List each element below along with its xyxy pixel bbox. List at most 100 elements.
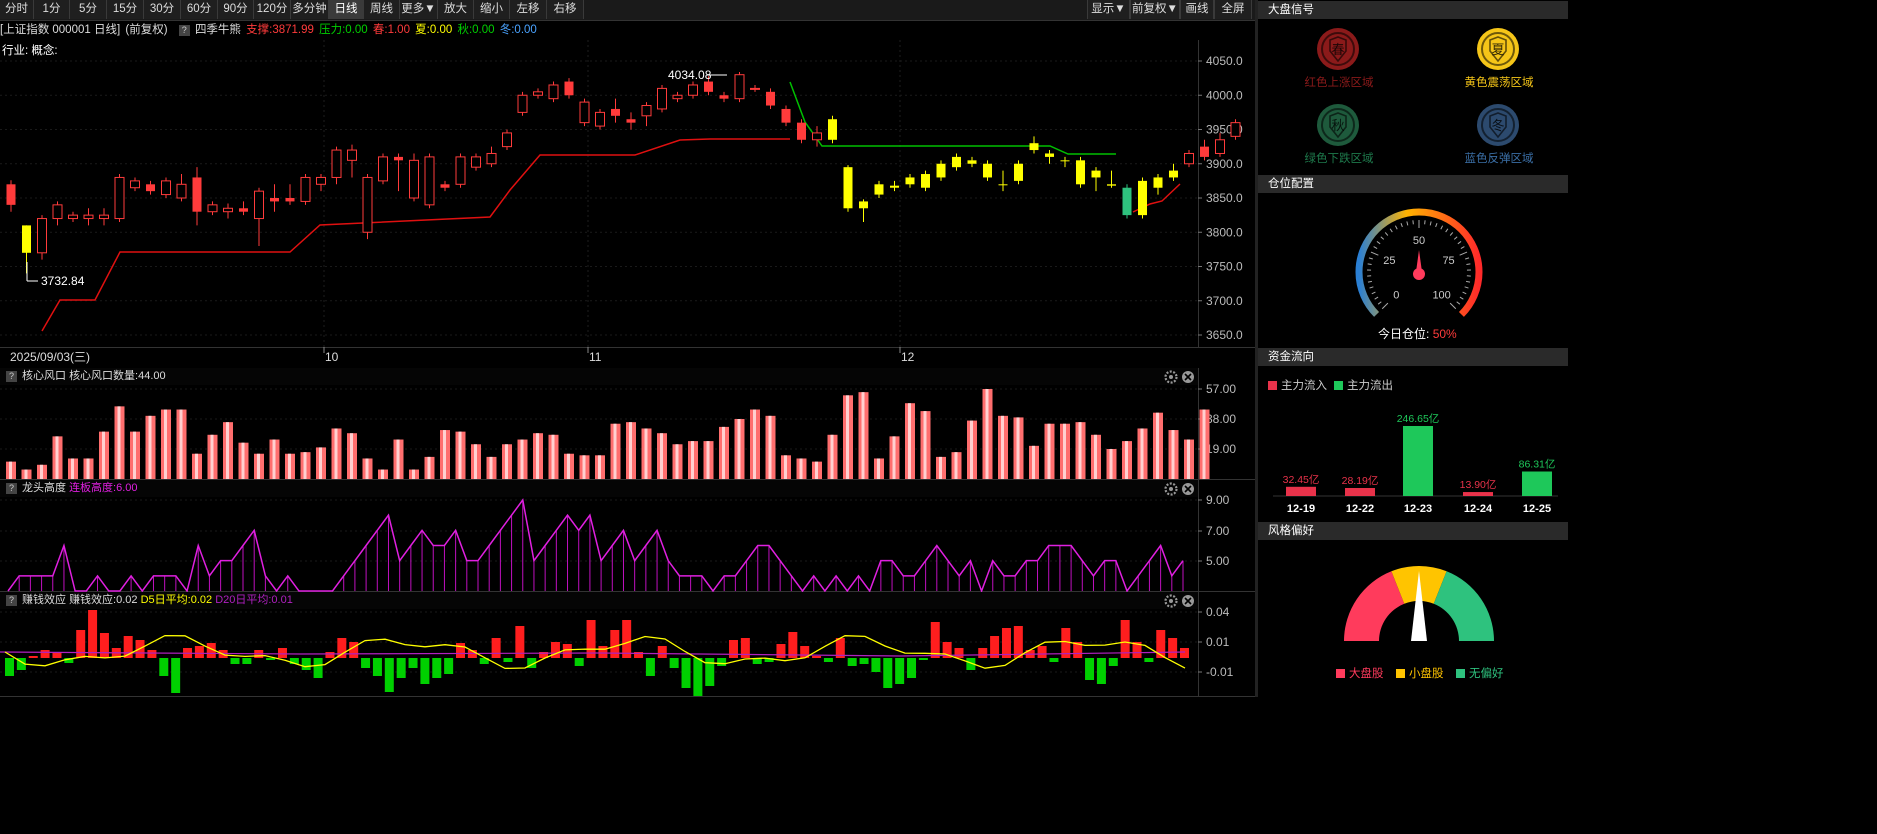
hotspot-bar-highlight	[970, 420, 973, 479]
candle	[750, 84, 760, 92]
candle	[409, 153, 419, 202]
style-legend-none-label: 无偏好	[1469, 668, 1504, 680]
loss-bar	[432, 658, 442, 678]
gear-icon[interactable]	[1164, 482, 1178, 496]
loss-bar	[1085, 658, 1095, 680]
loss-bar	[444, 658, 454, 674]
profit-bar	[930, 622, 940, 658]
hotspot-bar-highlight	[71, 458, 74, 479]
profit-effect-chart[interactable]: 0.04 0.01 -0.01	[0, 592, 1255, 697]
hotspot-bar-highlight	[923, 411, 927, 479]
close-icon[interactable]	[1182, 483, 1194, 495]
profit-bar	[1037, 646, 1047, 658]
season-label-winter: 蓝色反弹区域	[1464, 153, 1534, 165]
flow-bar-label: 13.90亿	[1460, 478, 1497, 491]
flow-date: 12-24	[1464, 503, 1493, 515]
hotspot-bar-highlight	[520, 439, 524, 479]
profit-bar	[88, 610, 98, 658]
hotspot-bar-highlight	[1032, 445, 1035, 479]
loss-bar	[693, 658, 703, 696]
toolbar-btn-12[interactable]: 放大	[438, 0, 474, 19]
hotspot-bar-highlight	[644, 428, 648, 479]
candle	[486, 146, 497, 168]
profit-bar	[562, 644, 572, 658]
loss-bar	[918, 658, 928, 660]
toolbar-btn-2[interactable]: 5分	[70, 0, 107, 19]
hotspot-bar-highlight	[629, 422, 632, 479]
loss-bar	[396, 658, 406, 678]
toolbar-right-btn-2[interactable]: 画线	[1180, 0, 1214, 19]
candle	[921, 170, 930, 192]
gear-icon[interactable]	[1164, 594, 1178, 608]
candle	[797, 119, 806, 144]
loss-bar	[1049, 658, 1059, 662]
panel-tick-label: 9.00	[1206, 493, 1230, 507]
candle	[517, 91, 528, 116]
position-title: 仓位配置	[1258, 175, 1568, 193]
kline-chart[interactable]: 4050.04000.03950.03900.03850.03800.03750…	[0, 40, 1255, 367]
candle	[548, 81, 559, 103]
hotspot-bar-highlight	[443, 430, 446, 479]
gauge-tick: 25	[1383, 255, 1395, 267]
toolbar-btn-8[interactable]: 多分钟	[291, 0, 329, 19]
loss-bar	[1144, 658, 1154, 662]
candle	[254, 187, 264, 246]
hotspot-bar-highlight	[505, 444, 508, 479]
help-icon[interactable]: ?	[178, 25, 190, 36]
gauge-pivot	[1413, 268, 1425, 280]
candle	[657, 84, 667, 113]
loss-bar	[871, 658, 881, 672]
hotspot-bar-highlight	[350, 433, 353, 479]
toolbar-btn-7[interactable]: 120分	[254, 0, 291, 19]
y-tick-label: 4050.0	[1206, 54, 1243, 68]
hotspot-bar-highlight	[396, 439, 400, 479]
toolbar-btn-3[interactable]: 15分	[107, 0, 144, 19]
toolbar-btn-6[interactable]: 90分	[218, 0, 254, 19]
hotspot-bar-highlight	[660, 433, 663, 479]
hotspot-bar-highlight	[1063, 423, 1066, 479]
toolbar-right-btn-1[interactable]: 前复权▼	[1130, 0, 1180, 19]
hotspot-bar-highlight	[784, 455, 787, 479]
hotspot-bar-highlight	[1001, 415, 1004, 479]
toolbar-btn-10[interactable]: 周线	[364, 0, 400, 19]
month-label: 10	[325, 350, 339, 364]
toolbar-btn-14[interactable]: 左移	[510, 0, 547, 19]
toolbar-btn-1[interactable]: 1分	[34, 0, 70, 19]
toolbar-btn-15[interactable]: 右移	[547, 0, 584, 19]
position-gauge: 0 25 50 75 100	[1355, 208, 1483, 317]
panel-tick-label: 7.00	[1206, 524, 1230, 538]
toolbar-btn-0[interactable]: 分时	[0, 0, 34, 19]
gear-icon[interactable]	[1164, 370, 1178, 384]
hotspot-bar-highlight	[102, 431, 105, 479]
hotspot-bar-highlight	[706, 441, 710, 479]
profit-bar	[1180, 648, 1189, 658]
hotspot-bar-highlight	[675, 444, 679, 479]
leader-height-chart[interactable]: 9.00 7.00 5.00	[0, 480, 1255, 592]
flow-date: 12-19	[1287, 503, 1315, 515]
toolbar-right-btn-0[interactable]: 显示▼	[1087, 0, 1130, 19]
hotspot-bar-highlight	[257, 453, 260, 479]
hotspot-bar-highlight	[412, 469, 415, 479]
profit-bar	[28, 656, 38, 658]
candle	[1060, 156, 1070, 168]
profit-bar	[1168, 638, 1178, 658]
toolbar-btn-4[interactable]: 30分	[144, 0, 181, 19]
hotspot-bar-highlight	[1094, 434, 1097, 479]
toolbar-btn-5[interactable]: 60分	[181, 0, 218, 19]
hotspot-bar-highlight	[830, 434, 834, 479]
toolbar-btn-13[interactable]: 缩小	[474, 0, 510, 19]
core-hotspot-chart[interactable]: 57.00 38.00 19.00	[0, 368, 1255, 480]
candle	[611, 98, 620, 123]
hotspot-bar-highlight	[133, 431, 136, 479]
close-icon[interactable]	[1182, 595, 1194, 607]
close-icon[interactable]	[1182, 371, 1194, 383]
candle	[936, 160, 946, 181]
toolbar-right-btn-3[interactable]: 全屏	[1214, 0, 1252, 19]
flow-in-label: 主力流入	[1281, 380, 1327, 392]
toolbar-btn-9[interactable]: 日线	[329, 0, 364, 19]
hotspot-bar-highlight	[55, 436, 59, 479]
candle	[719, 91, 729, 103]
candle	[533, 88, 543, 99]
style-legend-large-label: 大盘股	[1349, 668, 1384, 680]
toolbar-btn-11[interactable]: 更多▼	[400, 0, 438, 19]
